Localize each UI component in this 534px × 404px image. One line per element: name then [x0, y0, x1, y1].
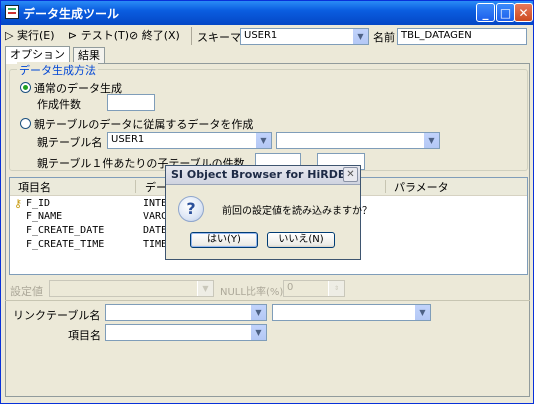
title-bar: データ生成ツール _ □ ✕	[1, 1, 533, 25]
parent-schema-value: USER1	[111, 134, 145, 145]
null-ratio-label: NULL比率(%)	[220, 287, 284, 298]
table-row-type: TIME	[143, 239, 168, 250]
key-icon: ⚷	[14, 197, 23, 210]
table-row-type: INTE	[143, 198, 168, 209]
chevron-down-icon: ▼	[414, 305, 430, 320]
dialog-close-button[interactable]: ✕	[343, 167, 358, 182]
setting-label: 設定値	[10, 285, 43, 298]
chevron-down-icon: ▼	[352, 29, 368, 44]
exit-icon: ⊘	[129, 29, 139, 42]
table-row[interactable]: F_ID	[26, 198, 50, 209]
link-schema-select[interactable]: ▼	[105, 304, 267, 321]
dialog-title-bar: SI Object Browser for HiRDB ✕	[166, 166, 360, 185]
run-button[interactable]: ▷ 実行(E)	[5, 27, 55, 45]
column-header-param[interactable]: パラメータ	[394, 179, 449, 195]
null-ratio-spinner: 0 ⇕	[283, 280, 345, 297]
spinner-icon: ⇕	[328, 281, 344, 296]
parent-schema-select[interactable]: USER1 ▼	[107, 132, 272, 149]
column-header-name[interactable]: 項目名	[18, 179, 51, 195]
yes-button[interactable]: はい(Y)	[190, 232, 258, 248]
test-label: テスト(T)	[80, 29, 130, 42]
count-field[interactable]	[107, 94, 155, 111]
dialog-message: 前回の設定値を読み込みますか？	[222, 206, 372, 217]
test-button[interactable]: ⊳ テスト(T)	[68, 27, 129, 45]
close-button[interactable]: ✕	[514, 3, 533, 22]
schema-value: USER1	[244, 30, 278, 41]
chevron-down-icon: ▼	[255, 133, 271, 148]
parent-table-select[interactable]: ▼	[276, 132, 440, 149]
name-field[interactable]: TBL_DATAGEN	[397, 28, 527, 45]
tab-results[interactable]: 結果	[73, 47, 105, 63]
name-label: 名前	[373, 31, 395, 44]
main-window: データ生成ツール _ □ ✕ ▷ 実行(E) ⊳ テスト(T) ⊘ 終了(X) …	[0, 0, 534, 404]
null-ratio-value: 0	[287, 282, 294, 293]
chevron-down-icon: ▼	[423, 133, 439, 148]
exit-button[interactable]: ⊘ 終了(X)	[129, 27, 180, 45]
column-divider	[135, 180, 136, 193]
run-icon: ▷	[5, 29, 14, 42]
table-row-type: DATE	[143, 225, 168, 236]
question-icon: ?	[178, 196, 204, 222]
toolbar: ▷ 実行(E) ⊳ テスト(T) ⊘ 終了(X) スキーマ USER1 ▼ 名前…	[1, 25, 533, 47]
table-row-type: VARC	[143, 211, 168, 222]
schema-select[interactable]: USER1 ▼	[240, 28, 369, 45]
link-table-label: リンクテーブル名	[13, 309, 101, 322]
maximize-button[interactable]: □	[496, 3, 515, 22]
column-divider	[385, 180, 386, 193]
table-row[interactable]: F_CREATE_TIME	[26, 239, 104, 250]
field-name-label: 項目名	[68, 329, 101, 342]
link-field-select[interactable]: ▼	[105, 324, 267, 341]
exit-label: 終了(X)	[141, 29, 180, 42]
dialog-title: SI Object Browser for HiRDB	[171, 168, 347, 181]
table-row[interactable]: F_CREATE_DATE	[26, 225, 104, 236]
window-title: データ生成ツール	[23, 7, 120, 21]
no-button[interactable]: いいえ(N)	[267, 232, 335, 248]
normal-generation-radio[interactable]	[20, 82, 31, 93]
count-label: 作成件数	[37, 98, 81, 111]
minimize-button[interactable]: _	[476, 3, 495, 22]
table-row[interactable]: F_NAME	[26, 211, 62, 222]
chevron-down-icon: ▼	[250, 305, 266, 320]
chevron-down-icon: ▼	[197, 281, 213, 296]
link-table-select[interactable]: ▼	[272, 304, 431, 321]
confirm-dialog: SI Object Browser for HiRDB ✕ ? 前回の設定値を読…	[165, 165, 372, 260]
parent-table-label: 親テーブル名	[37, 136, 103, 149]
toolbar-separator	[191, 27, 192, 45]
setting-select: ▼	[49, 280, 214, 297]
generation-group-title: データ生成方法	[17, 62, 98, 78]
dependent-generation-label: 親テーブルのデータに従属するデータを作成	[34, 118, 254, 131]
test-icon: ⊳	[68, 29, 78, 42]
divider	[5, 300, 530, 301]
dependent-generation-radio[interactable]	[20, 118, 31, 129]
chevron-down-icon: ▼	[250, 325, 266, 340]
schema-label: スキーマ	[197, 31, 241, 44]
run-label: 実行(E)	[16, 29, 55, 42]
app-icon	[5, 5, 19, 19]
